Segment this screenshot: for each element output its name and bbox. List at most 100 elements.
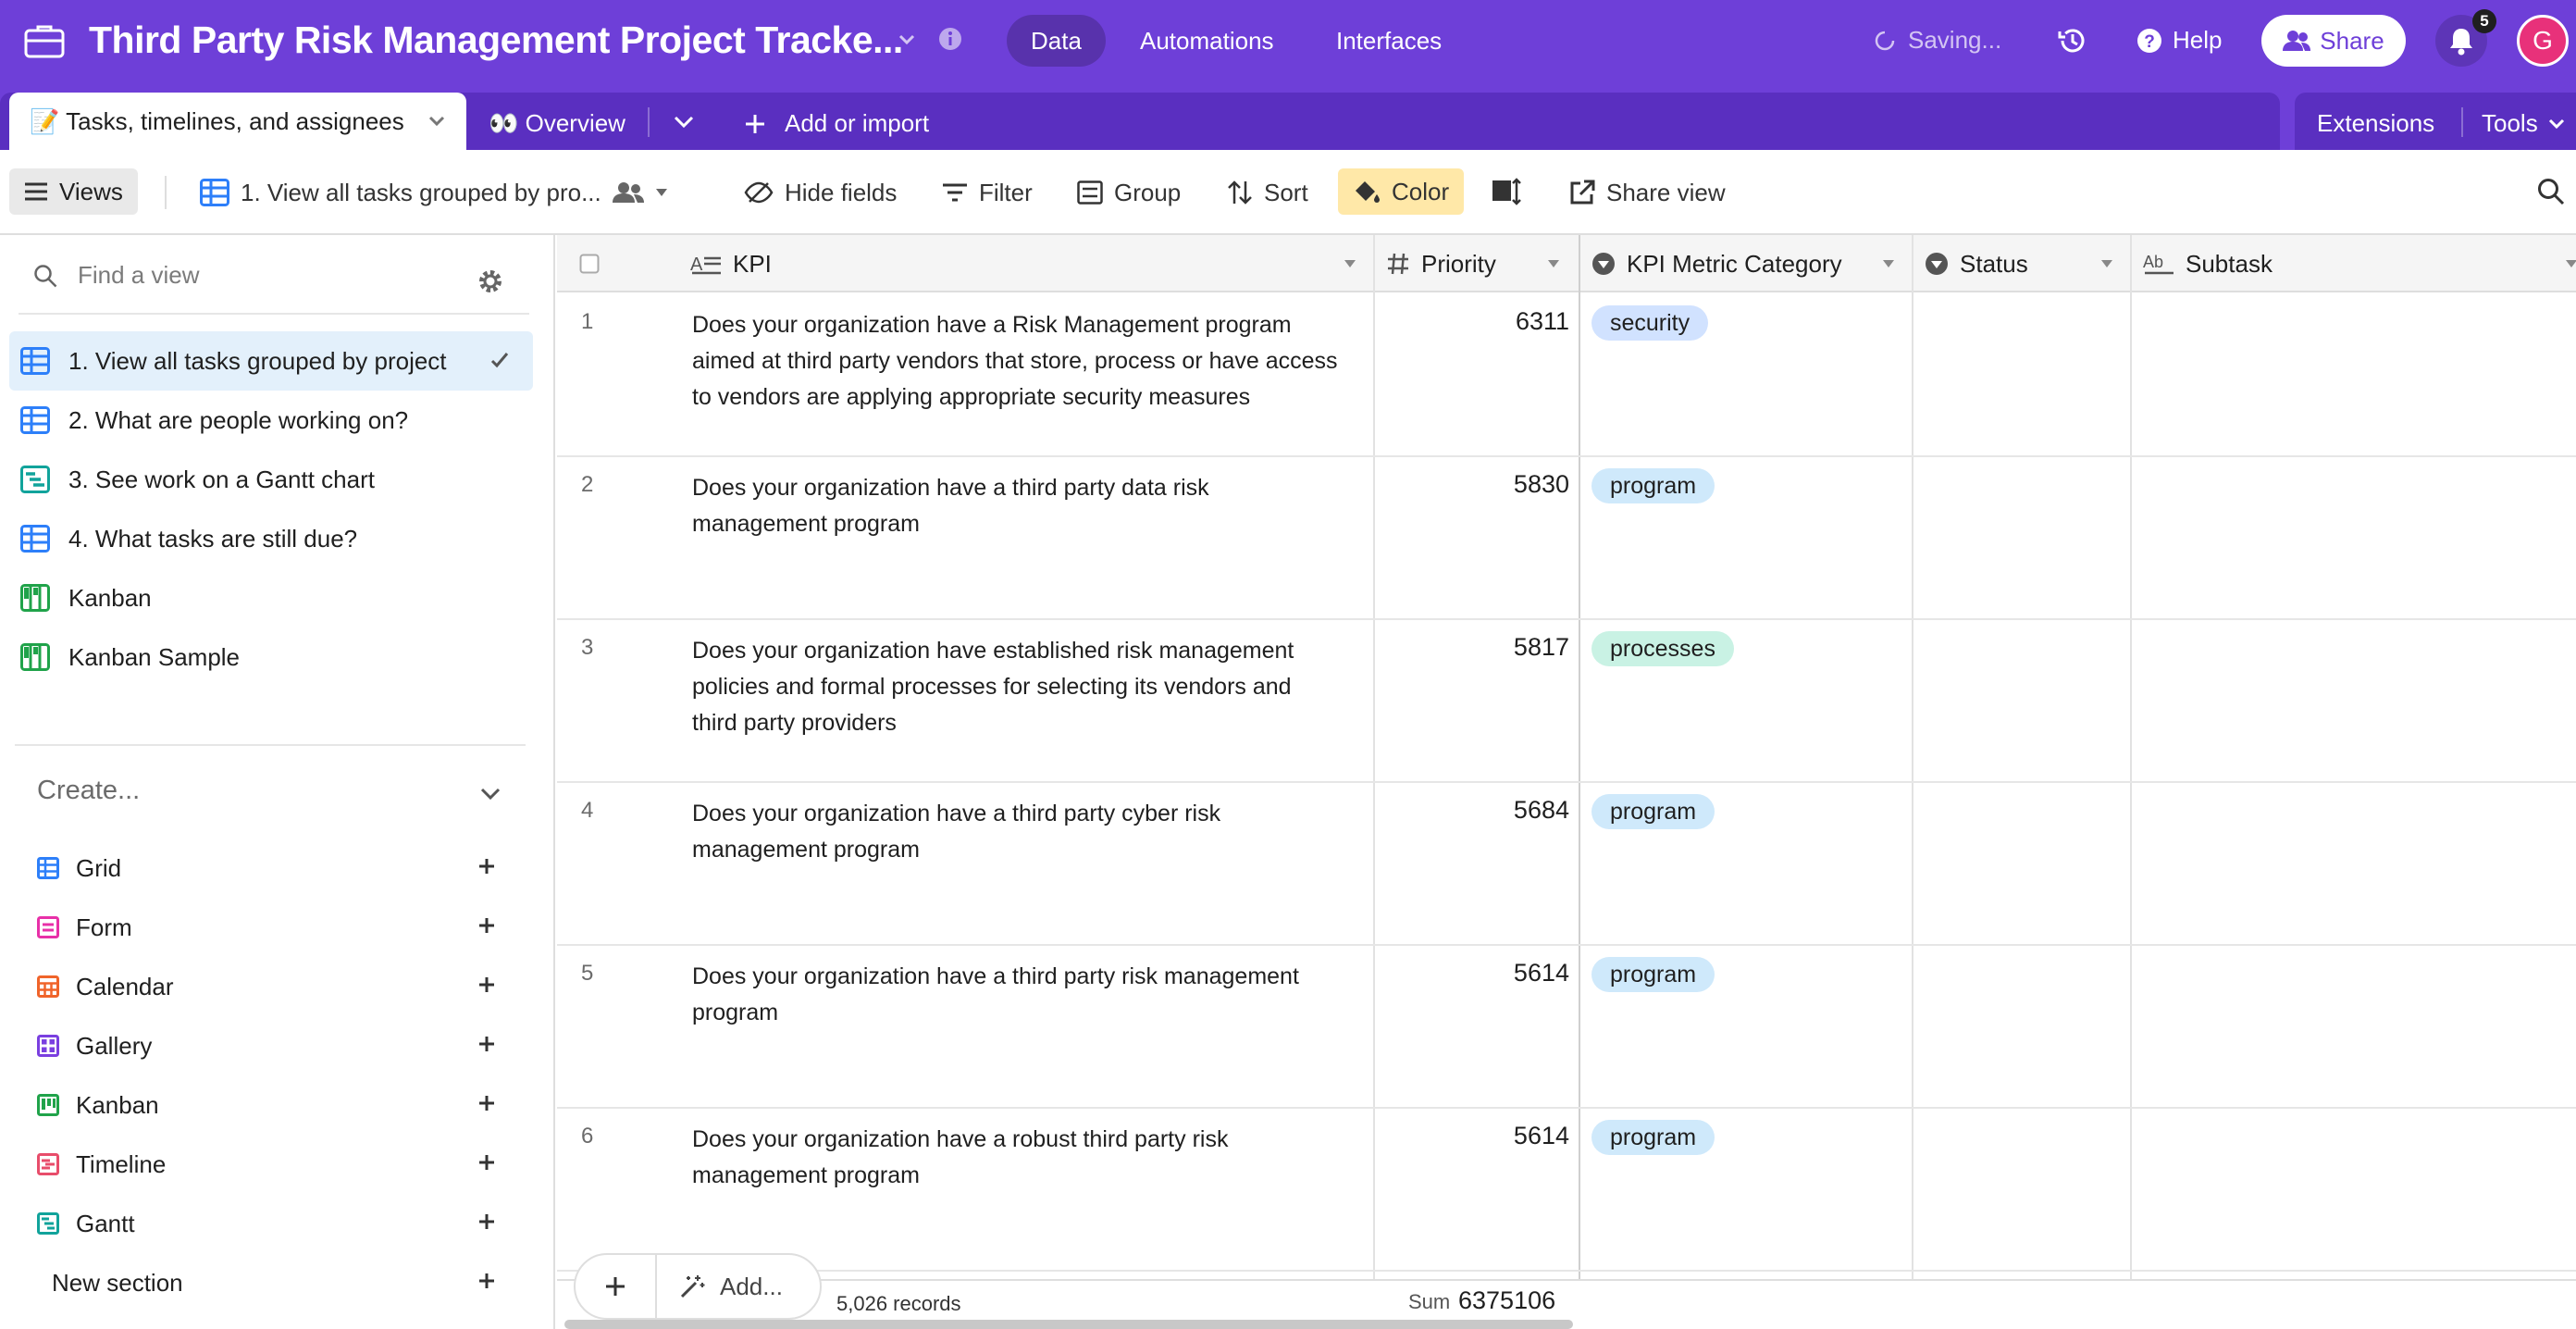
category-pill[interactable]: program [1591,1120,1715,1155]
add-or-import-label: Add or import [785,109,930,137]
create-gallery-button[interactable]: Gallery [37,1020,518,1072]
base-briefcase-icon[interactable] [24,22,65,59]
history-icon[interactable] [2056,24,2089,57]
table-row[interactable]: 3 Does your organization have establishe… [557,620,2576,783]
kpi-cell[interactable]: Does your organization have a robust thi… [692,1122,1340,1194]
category-pill[interactable]: processes [1591,631,1734,666]
find-view-placeholder: Find a view [78,261,200,289]
create-timeline-button[interactable]: Timeline [37,1138,518,1190]
create-item-label: Gallery [76,1031,153,1060]
category-pill[interactable]: program [1591,794,1715,829]
share-view-button[interactable]: Share view [1569,172,1726,213]
nav-interfaces[interactable]: Interfaces [1312,15,1466,67]
create-section-header[interactable]: Create... [37,776,140,806]
create-calendar-button[interactable]: Calendar [37,961,518,1012]
add-record-control[interactable]: Add... [574,1253,822,1320]
create-grid-button[interactable]: Grid [37,842,518,894]
category-pill[interactable]: program [1591,957,1715,992]
table-row[interactable]: 4 Does your organization have a third pa… [557,783,2576,946]
find-view-input[interactable]: Find a view [33,261,200,290]
caret-down-icon[interactable] [1547,259,1560,268]
table-row[interactable]: 2 Does your organization have a third pa… [557,457,2576,620]
table-row[interactable]: 5 Does your organization have a third pa… [557,946,2576,1109]
kpi-cell[interactable]: Does your organization have established … [692,633,1340,741]
column-header-kpi[interactable]: A KPI [690,235,1005,292]
create-item-label: Timeline [76,1149,167,1178]
view-item-label: 1. View all tasks grouped by project [68,346,447,375]
current-view-selector[interactable]: 1. View all tasks grouped by pro... [200,172,668,213]
chevron-down-icon[interactable] [479,787,502,801]
priority-cell[interactable]: 5614 [1371,959,1569,987]
column-header-status[interactable]: Status [1925,235,2110,292]
user-avatar[interactable]: G [2517,15,2569,67]
gear-icon[interactable] [477,268,503,294]
create-form-button[interactable]: Form [37,901,518,953]
priority-cell[interactable]: 6311 [1371,307,1569,336]
chevron-down-icon[interactable] [427,115,446,128]
category-pill[interactable]: program [1591,468,1715,503]
kpi-cell[interactable]: Does your organization have a third part… [692,959,1340,1031]
column-header-subtask[interactable]: Ab Subtask [2143,235,2421,292]
chevron-down-icon[interactable] [896,28,918,50]
view-item-6[interactable]: Kanban Sample [9,627,533,687]
create-kanban-button[interactable]: Kanban [37,1079,518,1131]
sum-label[interactable]: Sum [1408,1290,1450,1314]
help-button[interactable]: ? Help [2136,26,2222,55]
category-pill[interactable]: security [1591,305,1709,341]
add-options-button[interactable]: Add... [657,1273,783,1301]
paint-bucket-icon [1353,179,1381,205]
create-item-label: Kanban [76,1090,159,1119]
views-toggle-button[interactable]: Views [9,168,138,215]
nav-data[interactable]: Data [1007,15,1106,67]
caret-down-icon[interactable] [1344,259,1356,268]
table-row[interactable]: 6 Does your organization have a robust t… [557,1109,2576,1272]
add-record-button[interactable] [576,1255,657,1318]
color-button[interactable]: Color [1338,168,1465,215]
filter-button[interactable]: Filter [942,172,1033,213]
create-item-label: Calendar [76,972,174,1000]
column-header-priority[interactable]: Priority [1386,235,1571,292]
tools-button[interactable]: Tools [2482,109,2566,138]
caret-down-icon[interactable] [1882,259,1895,268]
view-item-5[interactable]: Kanban [9,568,533,627]
table-row[interactable]: 1 Does your organization have a Risk Man… [557,294,2576,457]
kpi-cell[interactable]: Does your organization have a Risk Manag… [692,307,1340,416]
extensions-button[interactable]: Extensions [2317,109,2434,138]
view-item-3[interactable]: 3. See work on a Gantt chart [9,450,533,509]
select-all-checkbox[interactable] [579,254,600,274]
caret-down-icon[interactable] [2100,259,2113,268]
kpi-cell[interactable]: Does your organization have a third part… [692,796,1340,868]
view-item-1[interactable]: 1. View all tasks grouped by project [9,331,533,391]
tab-tasks-timelines[interactable]: 📝 Tasks, timelines, and assignees [9,93,466,150]
row-height-icon[interactable] [1492,178,1521,205]
share-button[interactable]: Share [2261,15,2406,67]
tab-overview[interactable]: 👀 Overview [489,109,625,138]
plus-icon [604,1275,626,1298]
base-title[interactable]: Third Party Risk Management Project Trac… [89,19,903,62]
view-item-2[interactable]: 2. What are people working on? [9,391,533,450]
plus-icon [477,1212,496,1231]
add-or-import-button[interactable]: Add or import [744,109,929,138]
new-section-button[interactable]: New section [52,1257,518,1309]
search-icon[interactable] [2537,178,2565,205]
priority-cell[interactable]: 5614 [1371,1122,1569,1150]
nav-automations[interactable]: Automations [1116,15,1298,67]
priority-cell[interactable]: 5684 [1371,796,1569,825]
priority-cell[interactable]: 5830 [1371,470,1569,499]
group-button[interactable]: Group [1077,172,1181,213]
horizontal-scrollbar[interactable] [564,1320,1573,1329]
create-gantt-button[interactable]: Gantt [37,1198,518,1249]
view-item-4[interactable]: 4. What tasks are still due? [9,509,533,568]
checkmark-icon [490,352,509,368]
priority-cell[interactable]: 5817 [1371,633,1569,662]
caret-down-icon[interactable] [2565,259,2576,268]
chevron-down-icon[interactable] [672,115,696,130]
hide-fields-button[interactable]: Hide fields [744,172,897,213]
column-header-kpi-metric-category[interactable]: KPI Metric Category [1591,235,1869,292]
column-header-label: Priority [1421,249,1496,278]
sort-button[interactable]: Sort [1227,172,1308,213]
info-icon[interactable] [937,26,963,52]
create-item-label: Form [76,913,132,941]
kpi-cell[interactable]: Does your organization have a third part… [692,470,1340,542]
column-header-label: Subtask [2186,249,2273,278]
